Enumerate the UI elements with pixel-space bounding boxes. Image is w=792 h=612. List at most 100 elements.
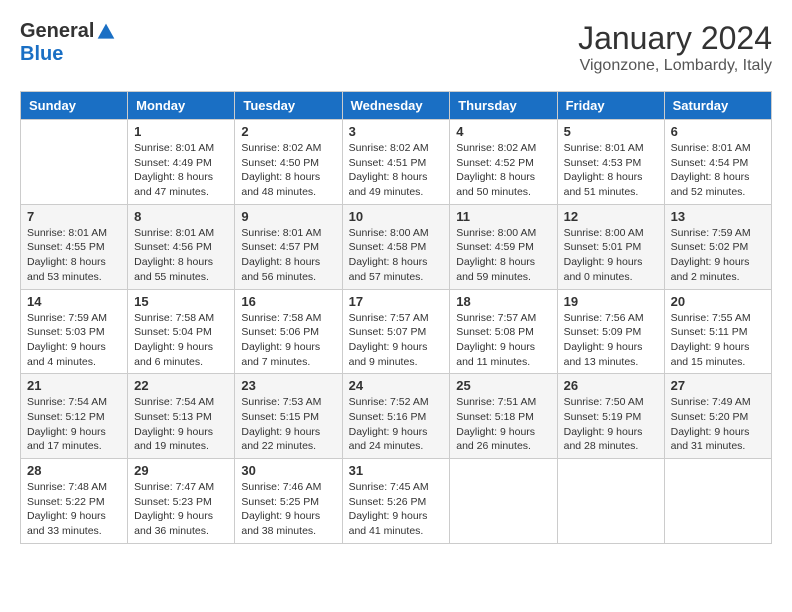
day-info: Sunrise: 7:47 AM Sunset: 5:23 PM Dayligh… — [134, 480, 228, 539]
day-number: 15 — [134, 294, 228, 309]
day-number: 30 — [241, 463, 335, 478]
calendar-cell: 15 Sunrise: 7:58 AM Sunset: 5:04 PM Dayli… — [128, 289, 235, 374]
calendar-week-row: 21 Sunrise: 7:54 AM Sunset: 5:12 PM Dayli… — [21, 374, 772, 459]
calendar-cell: 19Sunrise: 7:56 AM Sunset: 5:09 PM Dayli… — [557, 289, 664, 374]
day-number: 3 — [349, 124, 444, 139]
day-info: Sunrise: 8:01 AM Sunset: 4:55 PM Dayligh… — [27, 226, 121, 285]
day-info: Sunrise: 8:02 AM Sunset: 4:51 PM Dayligh… — [349, 141, 444, 200]
calendar-cell: 18 Sunrise: 7:57 AM Sunset: 5:08 PM Dayli… — [450, 289, 557, 374]
day-info: Sunrise: 7:45 AM Sunset: 5:26 PM Dayligh… — [349, 480, 444, 539]
day-number: 7 — [27, 209, 121, 224]
day-info: Sunrise: 7:53 AM Sunset: 5:15 PM Dayligh… — [241, 395, 335, 454]
day-number: 22 — [134, 378, 228, 393]
day-info: Sunrise: 7:59 AM Sunset: 5:03 PM Dayligh… — [27, 311, 121, 370]
day-number: 23 — [241, 378, 335, 393]
calendar-week-row: 7 Sunrise: 8:01 AM Sunset: 4:55 PM Daylig… — [21, 204, 772, 289]
day-info: Sunrise: 7:49 AM Sunset: 5:20 PM Dayligh… — [671, 395, 765, 454]
calendar-cell: 12 Sunrise: 8:00 AM Sunset: 5:01 PM Dayli… — [557, 204, 664, 289]
day-info: Sunrise: 8:01 AM Sunset: 4:57 PM Dayligh… — [241, 226, 335, 285]
logo-blue-text: Blue — [20, 43, 63, 66]
day-number: 16 — [241, 294, 335, 309]
day-info: Sunrise: 8:01 AM Sunset: 4:53 PM Dayligh… — [564, 141, 658, 200]
calendar-cell: 5 Sunrise: 8:01 AM Sunset: 4:53 PM Daylig… — [557, 120, 664, 205]
month-title: January 2024 — [578, 20, 772, 57]
calendar-cell: 30Sunrise: 7:46 AM Sunset: 5:25 PM Dayli… — [235, 459, 342, 544]
calendar-week-row: 14 Sunrise: 7:59 AM Sunset: 5:03 PM Dayli… — [21, 289, 772, 374]
day-number: 9 — [241, 209, 335, 224]
calendar-cell: 29 Sunrise: 7:47 AM Sunset: 5:23 PM Dayli… — [128, 459, 235, 544]
day-number: 25 — [456, 378, 550, 393]
day-number: 2 — [241, 124, 335, 139]
day-number: 29 — [134, 463, 228, 478]
day-number: 28 — [27, 463, 121, 478]
logo-icon — [96, 22, 116, 42]
day-number: 31 — [349, 463, 444, 478]
calendar-cell: 23 Sunrise: 7:53 AM Sunset: 5:15 PM Dayli… — [235, 374, 342, 459]
day-number: 5 — [564, 124, 658, 139]
day-info: Sunrise: 8:02 AM Sunset: 4:52 PM Dayligh… — [456, 141, 550, 200]
calendar-cell — [664, 459, 771, 544]
col-header-saturday: Saturday — [664, 92, 771, 120]
logo-general-text: General — [20, 20, 94, 43]
calendar-cell: 24 Sunrise: 7:52 AM Sunset: 5:16 PM Dayli… — [342, 374, 450, 459]
calendar-cell — [21, 120, 128, 205]
calendar-cell: 13 Sunrise: 7:59 AM Sunset: 5:02 PM Dayli… — [664, 204, 771, 289]
calendar-week-row: 28 Sunrise: 7:48 AM Sunset: 5:22 PM Dayli… — [21, 459, 772, 544]
calendar-cell: 3 Sunrise: 8:02 AM Sunset: 4:51 PM Daylig… — [342, 120, 450, 205]
day-info: Sunrise: 8:00 AM Sunset: 4:58 PM Dayligh… — [349, 226, 444, 285]
day-number: 8 — [134, 209, 228, 224]
day-number: 20 — [671, 294, 765, 309]
calendar-cell: 17 Sunrise: 7:57 AM Sunset: 5:07 PM Dayli… — [342, 289, 450, 374]
day-info: Sunrise: 7:58 AM Sunset: 5:06 PM Dayligh… — [241, 311, 335, 370]
page-header: General Blue January 2024 Vigonzone, Lom… — [20, 20, 772, 75]
calendar-cell: 8 Sunrise: 8:01 AM Sunset: 4:56 PM Daylig… — [128, 204, 235, 289]
day-info: Sunrise: 8:01 AM Sunset: 4:54 PM Dayligh… — [671, 141, 765, 200]
day-number: 6 — [671, 124, 765, 139]
day-info: Sunrise: 7:50 AM Sunset: 5:19 PM Dayligh… — [564, 395, 658, 454]
calendar-cell: 6 Sunrise: 8:01 AM Sunset: 4:54 PM Daylig… — [664, 120, 771, 205]
calendar-cell: 7 Sunrise: 8:01 AM Sunset: 4:55 PM Daylig… — [21, 204, 128, 289]
day-number: 14 — [27, 294, 121, 309]
calendar-table: SundayMondayTuesdayWednesdayThursdayFrid… — [20, 91, 772, 544]
day-info: Sunrise: 7:59 AM Sunset: 5:02 PM Dayligh… — [671, 226, 765, 285]
col-header-monday: Monday — [128, 92, 235, 120]
calendar-cell: 1 Sunrise: 8:01 AM Sunset: 4:49 PM Daylig… — [128, 120, 235, 205]
day-info: Sunrise: 7:57 AM Sunset: 5:07 PM Dayligh… — [349, 311, 444, 370]
calendar-cell: 16 Sunrise: 7:58 AM Sunset: 5:06 PM Dayli… — [235, 289, 342, 374]
day-number: 24 — [349, 378, 444, 393]
day-info: Sunrise: 7:55 AM Sunset: 5:11 PM Dayligh… — [671, 311, 765, 370]
col-header-wednesday: Wednesday — [342, 92, 450, 120]
day-number: 1 — [134, 124, 228, 139]
col-header-tuesday: Tuesday — [235, 92, 342, 120]
day-number: 26 — [564, 378, 658, 393]
day-number: 19 — [564, 294, 658, 309]
calendar-cell: 14 Sunrise: 7:59 AM Sunset: 5:03 PM Dayli… — [21, 289, 128, 374]
day-info: Sunrise: 7:51 AM Sunset: 5:18 PM Dayligh… — [456, 395, 550, 454]
day-info: Sunrise: 8:00 AM Sunset: 5:01 PM Dayligh… — [564, 226, 658, 285]
day-info: Sunrise: 8:01 AM Sunset: 4:56 PM Dayligh… — [134, 226, 228, 285]
day-info: Sunrise: 7:48 AM Sunset: 5:22 PM Dayligh… — [27, 480, 121, 539]
day-number: 17 — [349, 294, 444, 309]
day-number: 13 — [671, 209, 765, 224]
day-number: 11 — [456, 209, 550, 224]
day-number: 21 — [27, 378, 121, 393]
day-number: 18 — [456, 294, 550, 309]
calendar-cell: 21 Sunrise: 7:54 AM Sunset: 5:12 PM Dayli… — [21, 374, 128, 459]
calendar-cell: 31 Sunrise: 7:45 AM Sunset: 5:26 PM Dayli… — [342, 459, 450, 544]
day-number: 12 — [564, 209, 658, 224]
calendar-cell: 9 Sunrise: 8:01 AM Sunset: 4:57 PM Daylig… — [235, 204, 342, 289]
calendar-cell: 20 Sunrise: 7:55 AM Sunset: 5:11 PM Dayli… — [664, 289, 771, 374]
day-info: Sunrise: 7:54 AM Sunset: 5:13 PM Dayligh… — [134, 395, 228, 454]
day-info: Sunrise: 7:52 AM Sunset: 5:16 PM Dayligh… — [349, 395, 444, 454]
day-info: Sunrise: 8:01 AM Sunset: 4:49 PM Dayligh… — [134, 141, 228, 200]
col-header-thursday: Thursday — [450, 92, 557, 120]
day-info: Sunrise: 7:57 AM Sunset: 5:08 PM Dayligh… — [456, 311, 550, 370]
day-info: Sunrise: 8:00 AM Sunset: 4:59 PM Dayligh… — [456, 226, 550, 285]
calendar-cell: 2Sunrise: 8:02 AM Sunset: 4:50 PM Daylig… — [235, 120, 342, 205]
col-header-friday: Friday — [557, 92, 664, 120]
calendar-cell: 22 Sunrise: 7:54 AM Sunset: 5:13 PM Dayli… — [128, 374, 235, 459]
calendar-cell — [450, 459, 557, 544]
calendar-cell: 28 Sunrise: 7:48 AM Sunset: 5:22 PM Dayli… — [21, 459, 128, 544]
day-info: Sunrise: 7:54 AM Sunset: 5:12 PM Dayligh… — [27, 395, 121, 454]
day-info: Sunrise: 7:58 AM Sunset: 5:04 PM Dayligh… — [134, 311, 228, 370]
